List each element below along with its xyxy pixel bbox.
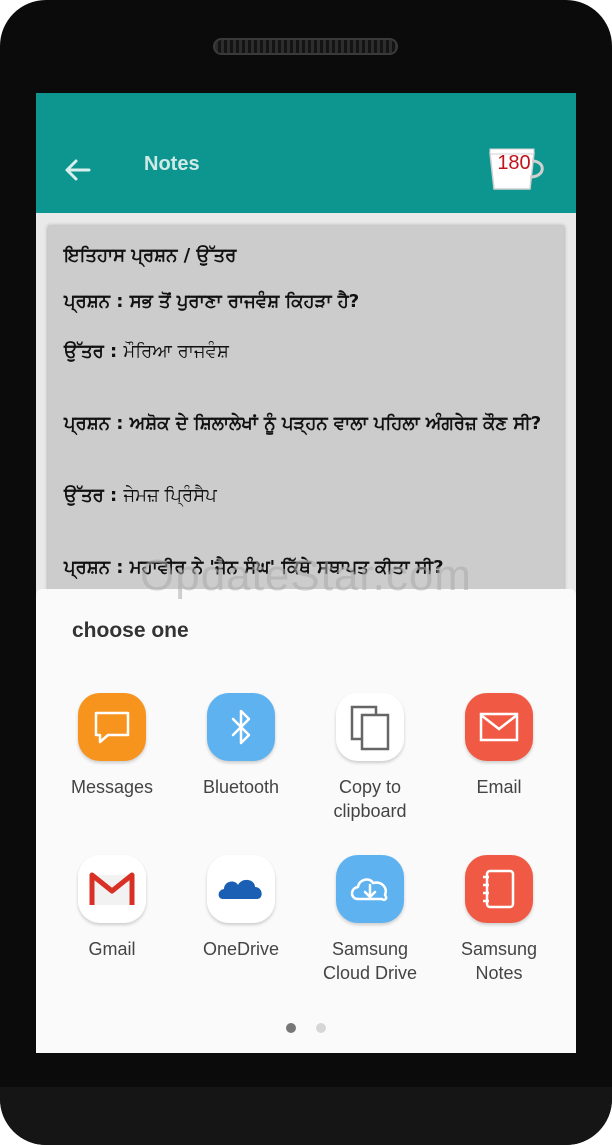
- page-dot-active[interactable]: [286, 1023, 296, 1033]
- answer-text: ਜੇਮਜ਼ ਪ੍ਰਿੰਸੈਪ: [123, 485, 217, 506]
- question-label: ਪ੍ਰਸ਼ਨ: [64, 291, 111, 312]
- bluetooth-icon: [207, 693, 275, 761]
- share-option-samsung-notes[interactable]: Samsung Notes: [435, 855, 563, 985]
- share-option-label: Email: [476, 777, 522, 797]
- gmail-icon: [78, 855, 146, 923]
- page-dot[interactable]: [316, 1023, 326, 1033]
- share-option-label: Copy to clipboard: [333, 777, 407, 821]
- share-option-copy[interactable]: Copy to clipboard: [306, 693, 434, 823]
- share-option-bluetooth[interactable]: Bluetooth: [177, 693, 305, 799]
- question-text: ਸਭ ਤੋਂ ਪੁਰਾਣਾ ਰਾਜਵੰਸ਼ ਕਿਹੜਾ ਹੈ?: [129, 291, 360, 312]
- share-sheet: choose one Messages Bluetooth Copy to cl…: [36, 589, 576, 1053]
- question-text: ਅਸ਼ੋਕ ਦੇ ਸ਼ਿਲਾਲੇਖਾਂ ਨੂੰ ਪੜ੍ਹਨ ਵਾਲਾ ਪਹਿਲਾ…: [129, 413, 542, 434]
- share-option-label: OneDrive: [202, 939, 280, 959]
- question-label: ਪ੍ਰਸ਼ਨ: [64, 413, 111, 434]
- answer-1: ਉੱਤਰ : ਮੌਰਿਆ ਰਾਜਵੰਸ਼: [64, 341, 229, 362]
- note-heading: ਇਤਿਹਾਸ ਪ੍ਰਸ਼ਨ / ਉੱਤਰ: [64, 245, 237, 266]
- back-arrow-icon[interactable]: [62, 155, 92, 185]
- question-1: ਪ੍ਰਸ਼ਨ : ਸਭ ਤੋਂ ਪੁਰਾਣਾ ਰਾਜਵੰਸ਼ ਕਿਹੜਾ ਹੈ?: [64, 291, 360, 312]
- share-option-email[interactable]: Email: [435, 693, 563, 799]
- page-title: Notes: [144, 153, 200, 175]
- counter-badge: 180: [497, 152, 531, 174]
- answer-label: ਉੱਤਰ: [64, 341, 104, 362]
- share-option-samsung-cloud-drive[interactable]: Samsung Cloud Drive: [306, 855, 434, 985]
- question-2: ਪ੍ਰਸ਼ਨ : ਅਸ਼ੋਕ ਦੇ ਸ਼ਿਲਾਲੇਖਾਂ ਨੂੰ ਪੜ੍ਹਨ ਵ…: [64, 413, 542, 434]
- cloud-drive-icon: [336, 855, 404, 923]
- share-option-label: Gmail: [88, 939, 136, 959]
- phone-frame: Notes 180 ਇਤਿਹਾਸ ਪ੍ਰਸ਼ਨ / ਉੱਤਰ ਪ੍ਰਸ਼ਨ : …: [0, 0, 612, 1145]
- notes-icon: [465, 855, 533, 923]
- speaker-grille: [213, 38, 398, 55]
- share-option-label: Samsung Cloud Drive: [322, 939, 418, 983]
- share-option-label: Messages: [70, 777, 154, 797]
- watermark: OpdateStar.com: [140, 551, 472, 600]
- answer-label: ਉੱਤਰ: [64, 485, 104, 506]
- bottom-bezel: [0, 1087, 612, 1145]
- share-option-messages[interactable]: Messages: [48, 693, 176, 799]
- app-bar: Notes 180: [36, 93, 576, 213]
- copy-icon: [336, 693, 404, 761]
- email-icon: [465, 693, 533, 761]
- share-option-label: Samsung Notes: [460, 939, 538, 983]
- onedrive-icon: [207, 855, 275, 923]
- screen: Notes 180 ਇਤਿਹਾਸ ਪ੍ਰਸ਼ਨ / ਉੱਤਰ ਪ੍ਰਸ਼ਨ : …: [36, 93, 576, 1053]
- share-option-label: Bluetooth: [202, 777, 280, 797]
- share-option-onedrive[interactable]: OneDrive: [177, 855, 305, 961]
- messages-icon: [78, 693, 146, 761]
- sheet-title: choose one: [72, 619, 189, 642]
- answer-text: ਮੌਰਿਆ ਰਾਜਵੰਸ਼: [123, 341, 229, 362]
- answer-2: ਉੱਤਰ : ਜੇਮਜ਼ ਪ੍ਰਿੰਸੈਪ: [64, 485, 217, 506]
- share-option-gmail[interactable]: Gmail: [48, 855, 176, 961]
- note-card: ਇਤਿਹਾਸ ਪ੍ਰਸ਼ਨ / ਉੱਤਰ ਪ੍ਰਸ਼ਨ : ਸਭ ਤੋਂ ਪੁਰ…: [48, 225, 564, 605]
